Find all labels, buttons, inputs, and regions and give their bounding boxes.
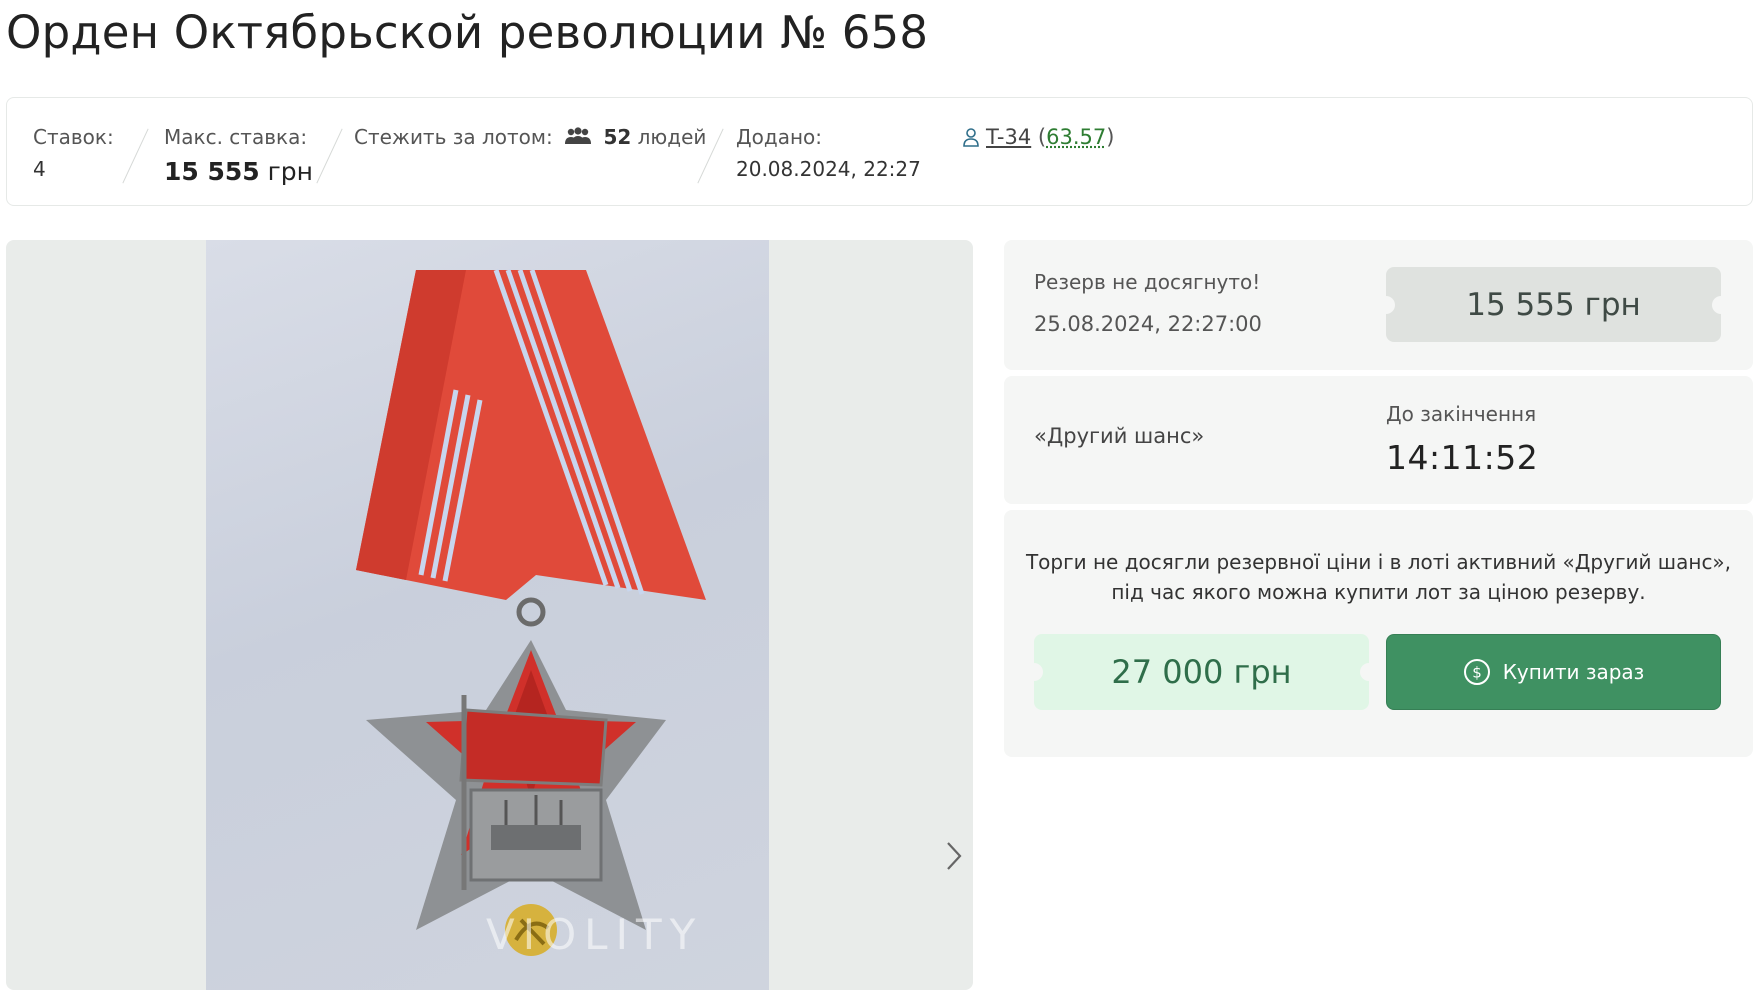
bids-label: Ставок:	[33, 125, 114, 149]
seller-info: T-34 (63.57)	[962, 125, 1114, 149]
buy-now-card: Торги не досягли резервної ціни і в лоті…	[1004, 510, 1753, 757]
reserve-card: Резерв не досягнуто! 25.08.2024, 22:27:0…	[1004, 240, 1753, 370]
countdown-timer: 14:11:52	[1386, 438, 1539, 477]
added-value: 20.08.2024, 22:27	[736, 157, 921, 181]
current-price: 15 555 грн	[1377, 267, 1730, 342]
watermark: VIOLITY	[486, 910, 704, 959]
bids-value: 4	[33, 157, 46, 181]
max-bid-label: Макс. ставка:	[164, 125, 308, 149]
image-gallery: VIOLITY	[6, 240, 973, 990]
divider	[316, 128, 343, 184]
seller-rating[interactable]: 63.57	[1046, 125, 1106, 149]
added-label: Додано:	[736, 125, 822, 149]
medal-image	[356, 269, 706, 956]
reserve-status: Резерв не досягнуто!	[1034, 270, 1261, 294]
notice-line-2: під час якого можна купити лот за ціною …	[1111, 580, 1646, 604]
max-bid-value: 15 555 грн	[164, 157, 313, 186]
watch-count: 52	[603, 125, 632, 149]
notice-line-1: Торги не досягли резервної ціни і в лоті…	[1025, 550, 1732, 574]
page-title: Орден Октябрьской революции № 658	[6, 6, 929, 59]
seller-link[interactable]: T-34	[986, 125, 1031, 149]
auction-end-date: 25.08.2024, 22:27:00	[1034, 312, 1262, 336]
max-bid: Макс. ставка: 15 555 грн	[164, 125, 313, 186]
second-chance-notice: Торги не досягли резервної ціни і в лоті…	[1024, 547, 1733, 607]
second-chance-label: «Другий шанс»	[1034, 424, 1205, 448]
added-date: Додано: 20.08.2024, 22:27	[736, 125, 921, 181]
watchers: Стежить за лотом: 52 людей	[354, 125, 706, 149]
watch-label: Стежить за лотом:	[354, 125, 553, 149]
users-icon	[565, 127, 592, 144]
chevron-right-icon[interactable]	[944, 840, 964, 872]
buy-now-button[interactable]: $ Купити зараз	[1386, 634, 1721, 710]
bids-count: Ставок: 4	[33, 125, 114, 181]
person-icon	[963, 128, 979, 147]
coin-icon: $	[1463, 659, 1490, 685]
second-chance-card: «Другий шанс» До закінчення 14:11:52	[1004, 376, 1753, 504]
buy-now-label: Купити зараз	[1502, 660, 1645, 684]
lot-info-bar: Ставок: 4 Макс. ставка: 15 555 грн Стежи…	[6, 97, 1753, 206]
lot-photo[interactable]: VIOLITY	[206, 240, 769, 990]
divider	[122, 128, 149, 184]
until-label: До закінчення	[1386, 402, 1537, 426]
svg-text:$: $	[1472, 664, 1482, 682]
watch-unit: людей	[637, 125, 707, 149]
buy-now-price: 27 000 грн	[1025, 634, 1378, 710]
seller-rating-wrap: (63.57)	[1037, 125, 1115, 149]
